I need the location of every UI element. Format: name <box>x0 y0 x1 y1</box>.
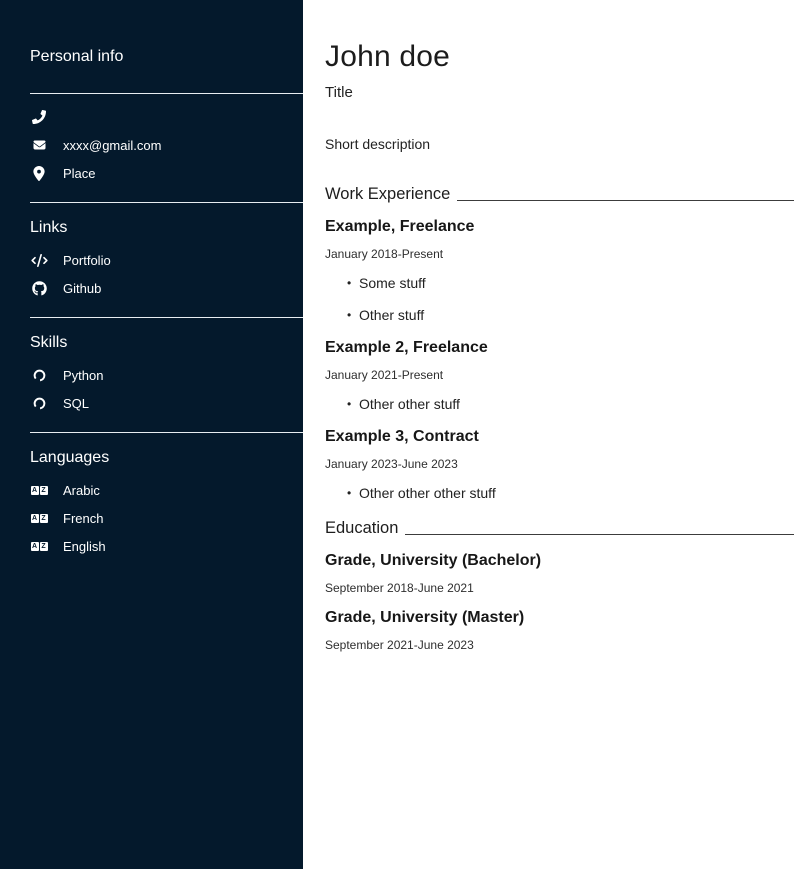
heading-rule <box>405 534 794 535</box>
bullet-item: Other other other stuff <box>359 485 794 501</box>
heading-rule <box>457 200 794 201</box>
place-value: Place <box>63 166 96 181</box>
entry-title: Example 3, Contract <box>325 428 794 446</box>
skills-heading: Skills <box>30 334 303 352</box>
link-row-github[interactable]: Github <box>30 279 303 297</box>
entry-title: Example, Freelance <box>325 218 794 236</box>
candidate-title: Title <box>325 84 794 101</box>
candidate-name: John doe <box>325 40 794 74</box>
education-entry: Grade, University (Bachelor) September 2… <box>325 552 794 595</box>
languages-heading: Languages <box>30 449 303 467</box>
language-row: AZ French <box>30 509 303 527</box>
resume-body: John doe Title Short description Work Ex… <box>303 0 794 869</box>
contact-row-phone <box>30 108 303 126</box>
work-entry: Example 3, Contract January 2023-June 20… <box>325 428 794 501</box>
entry-bullets: Other other stuff <box>325 396 794 412</box>
entry-date: January 2021-Present <box>325 368 794 382</box>
divider <box>30 317 303 318</box>
language-label: English <box>63 539 106 554</box>
skill-label: Python <box>63 368 103 383</box>
work-entry: Example, Freelance January 2018-Present … <box>325 218 794 323</box>
entry-title: Grade, University (Master) <box>325 609 794 627</box>
circle-notch-icon <box>30 397 48 410</box>
bullet-item: Other other stuff <box>359 396 794 412</box>
candidate-description: Short description <box>325 136 794 152</box>
contact-row-email[interactable]: xxxx@gmail.com <box>30 136 303 154</box>
education-entry: Grade, University (Master) September 202… <box>325 609 794 652</box>
links-list: Portfolio Github <box>30 251 303 297</box>
links-heading: Links <box>30 219 303 237</box>
github-icon <box>30 281 48 296</box>
work-experience-heading: Work Experience <box>325 185 794 204</box>
languages-list: AZ Arabic AZ French AZ English <box>30 481 303 555</box>
entry-date: September 2021-June 2023 <box>325 638 794 652</box>
entry-bullets: Some stuff Other stuff <box>325 275 794 323</box>
personal-info-list: xxxx@gmail.com Place <box>30 108 303 182</box>
sidebar: Personal info xxxx@gmail.com Place Links <box>0 0 303 869</box>
language-row: AZ Arabic <box>30 481 303 499</box>
skill-row: Python <box>30 366 303 384</box>
link-row-portfolio[interactable]: Portfolio <box>30 251 303 269</box>
circle-notch-icon <box>30 369 48 382</box>
skill-label: SQL <box>63 396 89 411</box>
entry-date: September 2018-June 2021 <box>325 581 794 595</box>
entry-date: January 2023-June 2023 <box>325 457 794 471</box>
language-icon: AZ <box>30 514 48 523</box>
work-entry: Example 2, Freelance January 2021-Presen… <box>325 339 794 412</box>
github-link-label: Github <box>63 281 101 296</box>
entry-bullets: Other other other stuff <box>325 485 794 501</box>
divider <box>30 202 303 203</box>
skills-list: Python SQL <box>30 366 303 412</box>
phone-icon <box>30 110 48 124</box>
divider <box>30 432 303 433</box>
language-row: AZ English <box>30 537 303 555</box>
language-icon: AZ <box>30 486 48 495</box>
email-value: xxxx@gmail.com <box>63 138 161 153</box>
entry-date: January 2018-Present <box>325 247 794 261</box>
divider <box>30 93 303 94</box>
education-heading: Education <box>325 519 794 538</box>
bullet-item: Other stuff <box>359 307 794 323</box>
portfolio-link-label: Portfolio <box>63 253 111 268</box>
personal-info-heading: Personal info <box>30 48 303 66</box>
contact-row-place: Place <box>30 164 303 182</box>
entry-title: Grade, University (Bachelor) <box>325 552 794 570</box>
language-label: Arabic <box>63 483 100 498</box>
skill-row: SQL <box>30 394 303 412</box>
code-icon <box>30 254 48 267</box>
location-icon <box>30 166 48 181</box>
language-icon: AZ <box>30 542 48 551</box>
language-label: French <box>63 511 103 526</box>
envelope-icon <box>30 139 48 151</box>
bullet-item: Some stuff <box>359 275 794 291</box>
entry-title: Example 2, Freelance <box>325 339 794 357</box>
